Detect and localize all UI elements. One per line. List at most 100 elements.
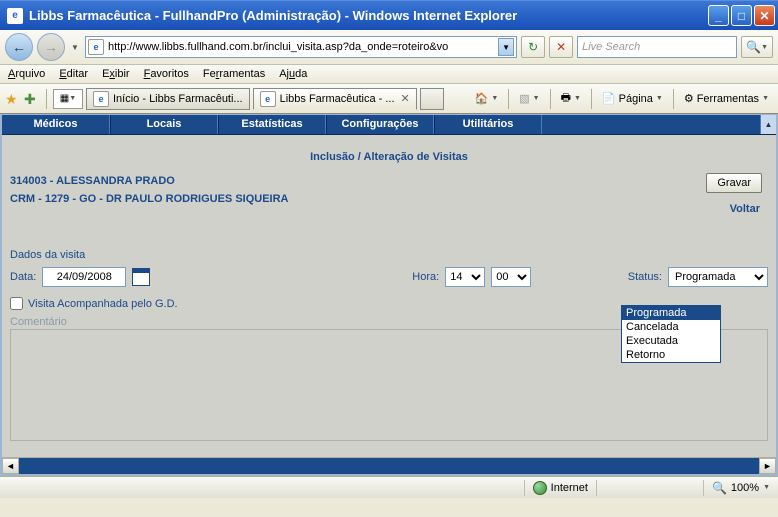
tab-label: Libbs Farmacêutica - ... — [280, 93, 395, 105]
feeds-button[interactable]: ▧▼ — [515, 88, 543, 110]
browser-tab-1[interactable]: e Início - Libbs Farmacêuti... — [86, 88, 250, 110]
separator — [524, 480, 525, 496]
status-dropdown-list[interactable]: Programada Cancelada Executada Retorno — [621, 305, 721, 363]
gd-checkbox-label: Visita Acompanhada pelo G.D. — [28, 298, 178, 310]
menu-favoritos[interactable]: Favoritos — [144, 68, 189, 80]
status-option-cancelada[interactable]: Cancelada — [622, 320, 720, 334]
minute-select[interactable]: 00 — [491, 267, 531, 287]
separator — [703, 480, 704, 496]
window-title: Libbs Farmacêutica - FullhandPro (Admini… — [27, 8, 708, 23]
page-body: Inclusão / Alteração de Visitas 314003 -… — [2, 135, 776, 455]
nav-toolbar: ← → ▼ e ▼ ↻ ✕ Live Search 🔍▼ — [0, 30, 778, 65]
menu-editar[interactable]: Editar — [59, 68, 88, 80]
zoom-control[interactable]: 🔍 100% ▼ — [712, 481, 770, 495]
zone-label: Internet — [551, 482, 588, 494]
scroll-up-button[interactable]: ▲ — [760, 115, 776, 134]
window-titlebar: e Libbs Farmacêutica - FullhandPro (Admi… — [0, 0, 778, 30]
stop-button[interactable]: ✕ — [549, 36, 573, 58]
address-bar[interactable]: e ▼ — [85, 36, 517, 58]
separator — [596, 480, 597, 496]
save-button[interactable]: Gravar — [706, 173, 762, 193]
separator — [550, 89, 551, 109]
horizontal-scrollbar[interactable]: ◄ ► — [2, 457, 776, 474]
page-favicon-icon: e — [88, 39, 104, 55]
maximize-button[interactable]: □ — [731, 5, 752, 26]
tab-label: Início - Libbs Farmacêuti... — [113, 93, 243, 105]
back-link[interactable]: Voltar — [730, 203, 760, 215]
status-option-programada[interactable]: Programada — [622, 306, 720, 320]
address-dropdown[interactable]: ▼ — [498, 38, 514, 56]
scroll-track[interactable] — [19, 458, 759, 474]
scroll-left-button[interactable]: ◄ — [2, 458, 19, 474]
app-nav: Médicos Locais Estatísticas Configuraçõe… — [2, 115, 776, 135]
print-icon: 🖶 — [561, 89, 571, 108]
menu-arquivo[interactable]: AArquivorquivo — [8, 68, 45, 80]
menu-bar: AArquivorquivo Editar Exibir Favoritos F… — [0, 65, 778, 84]
app-tab-utilitarios[interactable]: Utilitários — [434, 115, 542, 134]
tab-toolbar: ★ ✚ ▦ ▼ e Início - Libbs Farmacêuti... e… — [0, 84, 778, 114]
search-button[interactable]: 🔍▼ — [741, 36, 773, 58]
page-icon: 📄 — [602, 92, 616, 105]
gd-checkbox[interactable] — [10, 297, 23, 310]
app-tab-medicos[interactable]: Médicos — [2, 115, 110, 134]
doctor-info: CRM - 1279 - GO - DR PAULO RODRIGUES SIQ… — [10, 193, 768, 205]
calendar-icon[interactable] — [132, 268, 150, 286]
status-select[interactable]: Programada — [668, 267, 768, 287]
tools-menu-button[interactable]: ⚙Ferramentas▼ — [680, 88, 773, 110]
zoom-icon: 🔍 — [712, 481, 727, 495]
app-tab-estatisticas[interactable]: Estatísticas — [218, 115, 326, 134]
status-option-retorno[interactable]: Retorno — [622, 348, 720, 362]
internet-zone-icon — [533, 481, 547, 495]
tools-menu-label: Ferramentas — [697, 93, 759, 105]
minimize-button[interactable]: _ — [708, 5, 729, 26]
menu-exibir[interactable]: Exibir — [102, 68, 130, 80]
tab-close-icon[interactable]: ✕ — [401, 92, 410, 105]
page-menu-button[interactable]: 📄Página▼ — [598, 88, 667, 110]
separator — [673, 89, 674, 109]
back-button[interactable]: ← — [5, 33, 33, 61]
print-button[interactable]: 🖶▼ — [557, 88, 585, 110]
ie-icon: e — [7, 8, 23, 24]
menu-ferramentas[interactable]: Ferramentas — [203, 68, 265, 80]
separator — [508, 89, 509, 109]
add-favorite-icon[interactable]: ✚ — [24, 91, 40, 107]
home-button[interactable]: 🏠▼ — [471, 88, 503, 110]
zoom-value: 100% — [731, 482, 759, 494]
scroll-right-button[interactable]: ► — [759, 458, 776, 474]
tab-favicon-icon: e — [93, 91, 109, 107]
section-header: Dados da visita — [10, 249, 768, 261]
content-viewport: Médicos Locais Estatísticas Configuraçõe… — [0, 114, 778, 476]
search-placeholder: Live Search — [582, 41, 640, 53]
rep-info: 314003 - ALESSANDRA PRADO — [10, 175, 768, 187]
rss-icon: ▧ — [519, 92, 529, 105]
date-input[interactable] — [42, 267, 126, 287]
menu-ajuda[interactable]: Ajuda — [279, 68, 307, 80]
address-input[interactable] — [104, 41, 498, 53]
browser-tab-2[interactable]: e Libbs Farmacêutica - ... ✕ — [253, 88, 417, 110]
search-box[interactable]: Live Search — [577, 36, 737, 58]
gear-icon: ⚙ — [684, 92, 694, 105]
status-label: Status: — [628, 271, 662, 283]
home-icon: 🏠 — [475, 92, 489, 105]
nav-history-dropdown[interactable]: ▼ — [69, 33, 81, 61]
page-title: Inclusão / Alteração de Visitas — [10, 151, 768, 163]
favorites-star-icon[interactable]: ★ — [5, 91, 21, 107]
visit-form-row: Data: Hora: 14 00 Status: Programada — [10, 267, 768, 287]
tab-favicon-icon: e — [260, 91, 276, 107]
status-option-executada[interactable]: Executada — [622, 334, 720, 348]
close-button[interactable]: ✕ — [754, 5, 775, 26]
date-label: Data: — [10, 271, 36, 283]
hour-select[interactable]: 14 — [445, 267, 485, 287]
chevron-down-icon: ▼ — [763, 484, 770, 491]
refresh-button[interactable]: ↻ — [521, 36, 545, 58]
time-label: Hora: — [412, 271, 439, 283]
quick-tabs-button[interactable]: ▦ ▼ — [53, 89, 83, 109]
separator — [591, 89, 592, 109]
separator — [46, 89, 47, 109]
forward-button[interactable]: → — [37, 33, 65, 61]
app-tab-configuracoes[interactable]: Configurações — [326, 115, 434, 134]
new-tab-button[interactable] — [420, 88, 444, 110]
security-zone[interactable]: Internet — [533, 481, 588, 495]
app-tab-locais[interactable]: Locais — [110, 115, 218, 134]
status-bar: Internet 🔍 100% ▼ — [0, 476, 778, 498]
